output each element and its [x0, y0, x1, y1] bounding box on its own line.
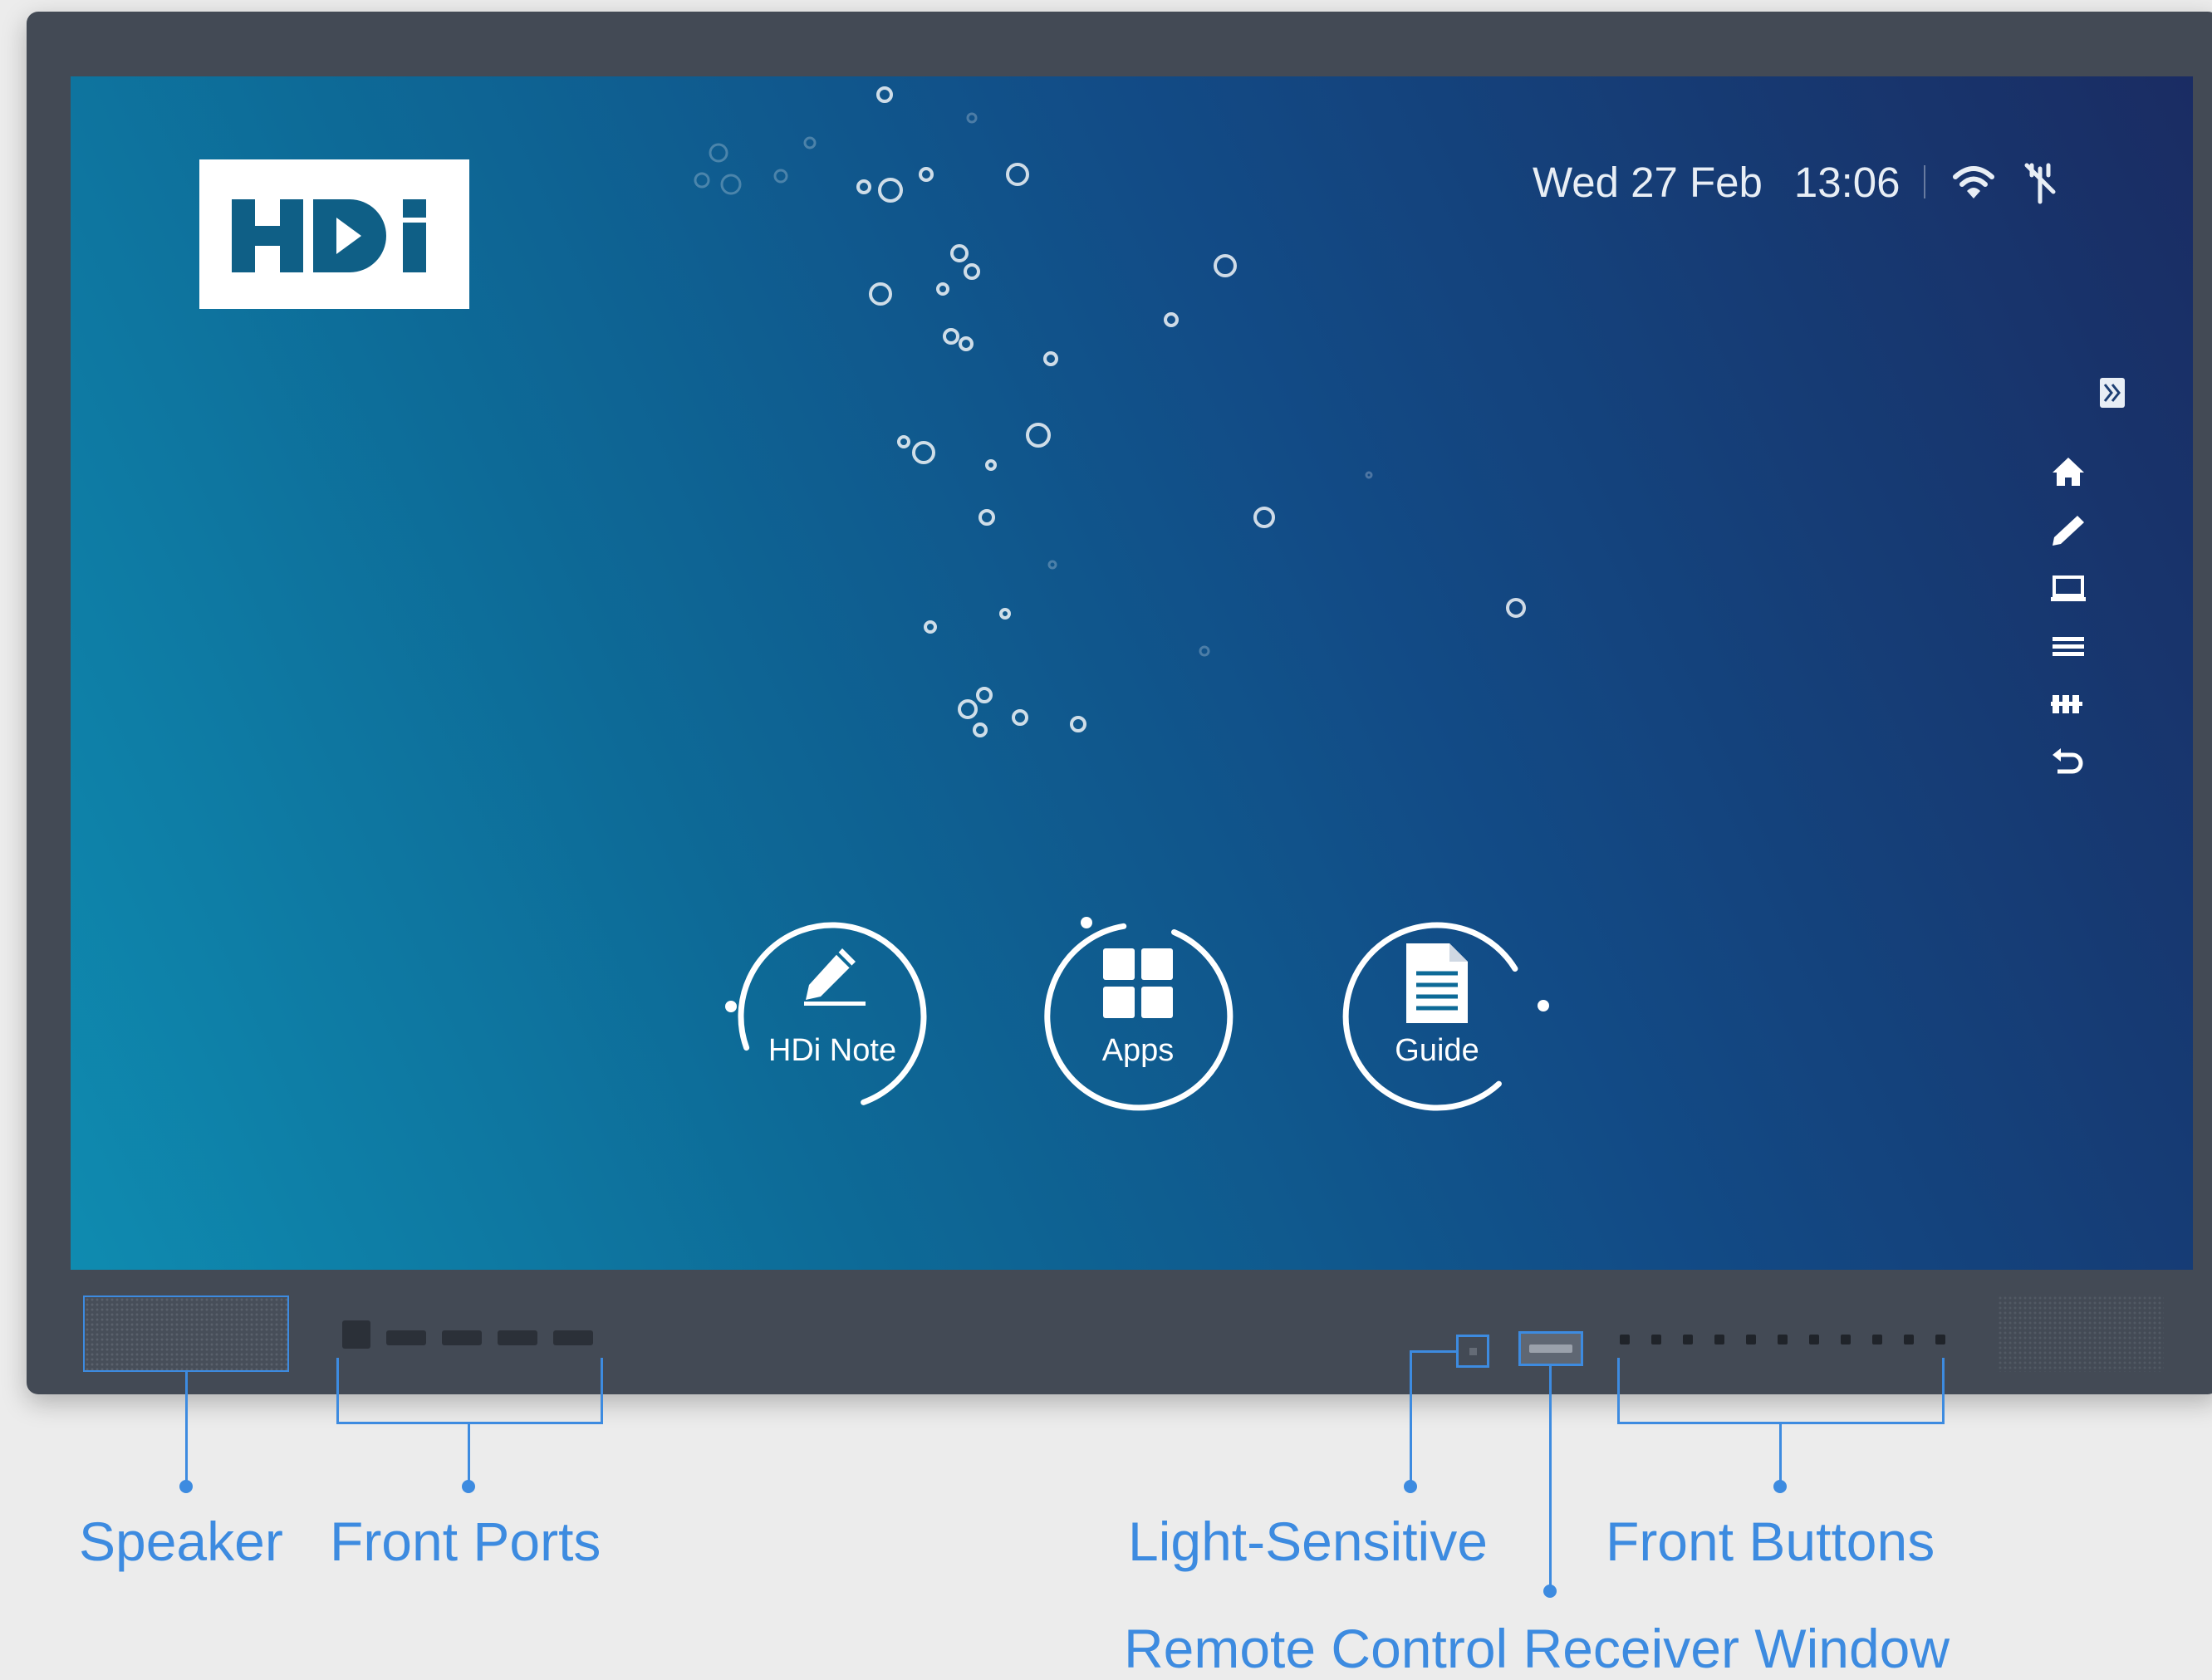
hdi-logo	[199, 159, 469, 309]
buttons-callout-line	[1779, 1422, 1782, 1487]
hdi-note-ring	[725, 922, 927, 1105]
status-date: Wed 27 Feb	[1533, 158, 1763, 206]
hdi-note-button[interactable]: HDi Note	[716, 900, 949, 1133]
wifi-icon[interactable]	[1949, 157, 1999, 207]
front-button[interactable]	[1778, 1335, 1788, 1344]
display-screen: Wed 27 Feb 13:06 HDi Note Apps Guide	[71, 76, 2193, 1270]
ports-bracket-right	[601, 1358, 603, 1424]
collapse-icon[interactable]	[2100, 378, 2125, 408]
ports-callout-label: Front Ports	[330, 1511, 601, 1572]
speaker-grille-left	[83, 1296, 289, 1372]
speaker-callout-dot	[179, 1480, 193, 1493]
front-button[interactable]	[1683, 1335, 1693, 1344]
ports-callout-dot	[462, 1480, 475, 1493]
grid-icon[interactable]	[2048, 685, 2089, 723]
document-icon	[1406, 943, 1468, 1023]
buttons-bracket-left	[1617, 1358, 1620, 1424]
menu-icon[interactable]	[2048, 627, 2089, 665]
status-bar: Wed 27 Feb 13:06	[1533, 153, 2082, 211]
home-icon[interactable]	[2048, 453, 2089, 491]
light-callout-horizontal	[1410, 1350, 1458, 1353]
light-callout-dot	[1404, 1480, 1417, 1493]
speaker-grille-right	[1998, 1296, 2164, 1372]
front-port-4[interactable]	[498, 1330, 537, 1345]
front-button[interactable]	[1651, 1335, 1661, 1344]
hdi-note-label: HDi Note	[768, 1033, 897, 1068]
front-button[interactable]	[1746, 1335, 1756, 1344]
remote-callout-label: Remote Control Receiver Window	[1124, 1618, 1950, 1679]
hdi-logo-mark	[231, 199, 426, 272]
apps-grid-icon	[1103, 948, 1173, 1018]
network-icon[interactable]	[2015, 157, 2065, 207]
front-button[interactable]	[1809, 1335, 1819, 1344]
light-callout-line	[1410, 1350, 1412, 1487]
front-port-1[interactable]	[342, 1320, 370, 1349]
back-icon[interactable]	[2048, 743, 2089, 781]
buttons-callout-label: Front Buttons	[1606, 1511, 1935, 1572]
speaker-callout-label: Speaker	[79, 1511, 283, 1572]
guide-button[interactable]: Guide	[1321, 900, 1553, 1133]
remote-callout-line	[1549, 1366, 1552, 1592]
light-sensor	[1456, 1335, 1489, 1368]
speaker-callout-line	[185, 1372, 188, 1487]
pencil-icon	[804, 948, 866, 1006]
front-port-3[interactable]	[442, 1330, 482, 1345]
pen-icon[interactable]	[2048, 511, 2089, 549]
front-button[interactable]	[1620, 1335, 1630, 1344]
front-button[interactable]	[1904, 1335, 1914, 1344]
status-time: 13:06	[1793, 158, 1901, 206]
light-callout-label: Light-Sensitive	[1128, 1511, 1488, 1572]
remote-callout-dot	[1543, 1584, 1557, 1598]
guide-label: Guide	[1395, 1033, 1479, 1068]
front-button[interactable]	[1872, 1335, 1882, 1344]
front-button[interactable]	[1714, 1335, 1724, 1344]
status-divider	[1923, 165, 1925, 198]
front-button[interactable]	[1935, 1335, 1945, 1344]
front-port-2[interactable]	[386, 1330, 426, 1345]
screen-icon[interactable]	[2048, 569, 2089, 607]
front-button[interactable]	[1841, 1335, 1851, 1344]
remote-receiver-window	[1518, 1331, 1583, 1366]
buttons-callout-dot	[1773, 1480, 1787, 1493]
ports-callout-line	[468, 1422, 470, 1487]
buttons-bracket-right	[1942, 1358, 1945, 1424]
apps-button[interactable]: Apps	[1022, 900, 1254, 1133]
front-port-5[interactable]	[553, 1330, 593, 1345]
ports-bracket-left	[336, 1358, 339, 1424]
apps-label: Apps	[1101, 1033, 1175, 1068]
